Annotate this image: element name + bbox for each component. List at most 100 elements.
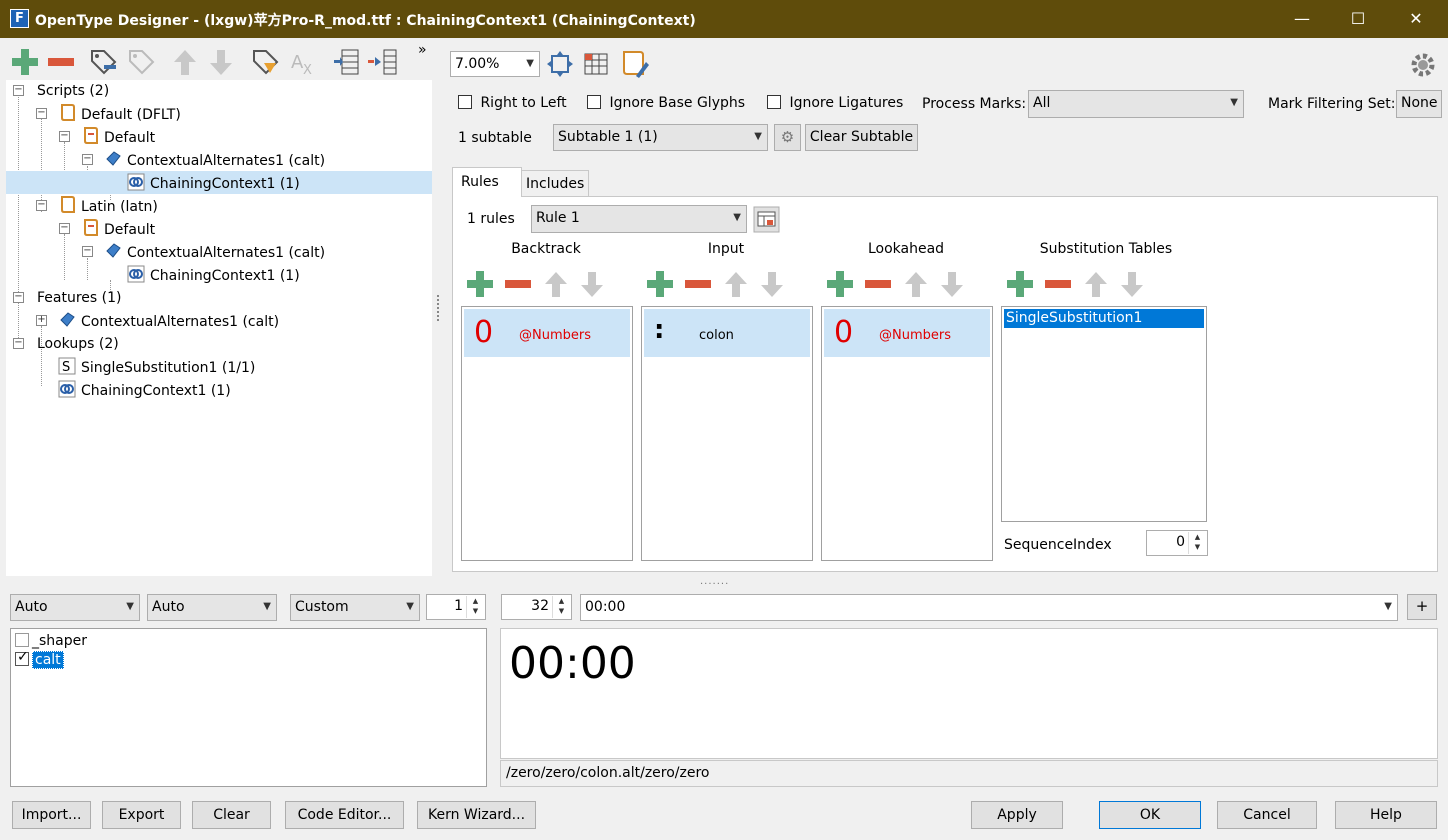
preview-text-input[interactable]: 00:00 ▼ (580, 594, 1398, 621)
ignore-base-checkbox[interactable] (587, 95, 601, 109)
collapse-icon[interactable]: − (36, 200, 47, 211)
fit-icon[interactable] (546, 50, 574, 78)
add-preview-button[interactable]: + (1407, 594, 1437, 620)
collapse-icon[interactable]: − (13, 338, 24, 349)
spin-arrows-icon[interactable]: ▲ ▼ (1188, 532, 1206, 554)
clear-button[interactable]: Clear (192, 801, 271, 829)
close-button[interactable]: ✕ (1388, 0, 1444, 38)
tag-edit-icon[interactable] (88, 47, 118, 77)
edit-icon[interactable] (618, 50, 650, 80)
move-up-icon[interactable] (541, 269, 571, 299)
remove-icon[interactable] (1043, 269, 1073, 299)
feature-checkbox[interactable] (15, 633, 29, 647)
list-item[interactable]: 0 @Numbers (464, 309, 630, 357)
script-select[interactable]: Auto ▼ (10, 594, 140, 621)
add-icon[interactable] (645, 269, 675, 299)
remove-icon[interactable] (863, 269, 893, 299)
remove-icon[interactable] (503, 269, 533, 299)
glyph-path-field[interactable]: /zero/zero/colon.alt/zero/zero (500, 760, 1438, 787)
tree-feature-calt-2[interactable]: ContextualAlternates1 (calt) (104, 242, 325, 264)
cancel-button[interactable]: Cancel (1217, 801, 1317, 829)
minimize-button[interactable]: — (1274, 0, 1330, 38)
tree-scripts[interactable]: Scripts (2) (37, 81, 109, 103)
subtable-select[interactable]: Subtable 1 (1) ▼ (553, 124, 768, 151)
table-edit-icon[interactable] (753, 206, 780, 233)
right-to-left-option[interactable]: Right to Left (458, 95, 567, 111)
move-down-icon[interactable] (1117, 269, 1147, 299)
tree-script-latn[interactable]: Latin (latn) (58, 196, 158, 218)
move-down-icon[interactable] (577, 269, 607, 299)
input-list[interactable]: : colon (641, 306, 813, 561)
sequence-index-spinner[interactable]: 0 ▲ ▼ (1146, 530, 1208, 556)
ok-button[interactable]: OK (1099, 801, 1201, 829)
collapse-icon[interactable]: − (36, 108, 47, 119)
mark-filter-select[interactable]: None (1396, 90, 1442, 118)
tag-disabled-icon[interactable] (126, 47, 156, 77)
move-up-icon[interactable] (721, 269, 751, 299)
grid-icon[interactable] (582, 50, 610, 78)
move-up-icon[interactable] (901, 269, 931, 299)
ignore-ligatures-option[interactable]: Ignore Ligatures (767, 95, 903, 111)
export-button[interactable]: Export (102, 801, 181, 829)
feature-item-shaper[interactable]: _shaper (15, 633, 87, 649)
clear-subtable-button[interactable]: Clear Subtable (805, 124, 918, 151)
collapse-icon[interactable]: − (82, 154, 93, 165)
move-down-icon[interactable] (206, 47, 236, 77)
collapse-icon[interactable]: − (13, 292, 24, 303)
zoom-select[interactable]: 7.00% ▼ (450, 51, 540, 77)
maximize-button[interactable]: ☐ (1330, 0, 1386, 38)
tree-lookup-chaining-selected[interactable]: ChainingContext1 (1) (127, 173, 300, 195)
tree-lookup-chaining-2[interactable]: ChainingContext1 (1) (127, 265, 300, 287)
splitter-grip[interactable] (437, 295, 439, 321)
tree-langsys-default[interactable]: Default (81, 127, 155, 149)
feature-item-calt[interactable]: ✓ calt (15, 649, 64, 669)
list-item[interactable]: 0 @Numbers (824, 309, 990, 357)
move-down-icon[interactable] (937, 269, 967, 299)
spin-arrows-icon[interactable]: ▲ ▼ (552, 596, 570, 618)
remove-icon[interactable] (46, 47, 76, 77)
ignore-ligatures-checkbox[interactable] (767, 95, 781, 109)
tag-feature-icon[interactable] (250, 47, 280, 77)
add-icon[interactable] (465, 269, 495, 299)
add-icon[interactable] (10, 47, 40, 77)
tree-script-dflt[interactable]: Default (DFLT) (58, 104, 181, 126)
remove-icon[interactable] (683, 269, 713, 299)
list-indent-icon[interactable] (332, 47, 362, 77)
tree-feature-calt[interactable]: ContextualAlternates1 (calt) (104, 150, 325, 172)
tree-features[interactable]: Features (1) (37, 288, 121, 310)
tab-includes[interactable]: Includes (521, 170, 589, 197)
collapse-icon[interactable]: − (13, 85, 24, 96)
spin-arrows-icon[interactable]: ▲ ▼ (466, 596, 484, 618)
tab-rules[interactable]: Rules (452, 167, 522, 197)
tree-lookup-single[interactable]: S SingleSubstitution1 (1/1) (58, 357, 255, 379)
feature-list[interactable]: _shaper ✓ calt (10, 628, 487, 787)
font-size-spinner[interactable]: 32 ▲ ▼ (501, 594, 572, 620)
collapse-icon[interactable]: − (82, 246, 93, 257)
add-icon[interactable] (825, 269, 855, 299)
tree-langsys-default-2[interactable]: Default (81, 219, 155, 241)
apply-button[interactable]: Apply (971, 801, 1063, 829)
translate-icon[interactable]: AX (288, 47, 318, 77)
move-up-icon[interactable] (170, 47, 200, 77)
feature-spinner[interactable]: 1 ▲ ▼ (426, 594, 486, 620)
subtable-settings-button[interactable]: ⚙ (774, 124, 801, 151)
move-up-icon[interactable] (1081, 269, 1111, 299)
right-to-left-checkbox[interactable] (458, 95, 472, 109)
import-button[interactable]: Import... (12, 801, 91, 829)
list-item[interactable]: SingleSubstitution1 (1004, 309, 1204, 328)
rule-select[interactable]: Rule 1 ▼ (531, 205, 747, 233)
ignore-base-option[interactable]: Ignore Base Glyphs (587, 95, 745, 111)
subst-tables-list[interactable]: SingleSubstitution1 (1001, 306, 1207, 522)
lookahead-list[interactable]: 0 @Numbers (821, 306, 993, 561)
language-select[interactable]: Auto ▼ (147, 594, 277, 621)
feature-mode-select[interactable]: Custom ▼ (290, 594, 420, 621)
process-marks-select[interactable]: All ▼ (1028, 90, 1244, 118)
tree-feature-calt-3[interactable]: ContextualAlternates1 (calt) (58, 311, 279, 333)
tree-lookups[interactable]: Lookups (2) (37, 334, 119, 356)
list-item[interactable]: : colon (644, 309, 810, 357)
gear-icon[interactable] (1408, 50, 1438, 80)
toolbar-overflow[interactable]: » (418, 42, 427, 58)
code-editor-button[interactable]: Code Editor... (285, 801, 404, 829)
tree-lookup-chaining-3[interactable]: ChainingContext1 (1) (58, 380, 231, 402)
insert-row-icon[interactable] (366, 47, 400, 77)
